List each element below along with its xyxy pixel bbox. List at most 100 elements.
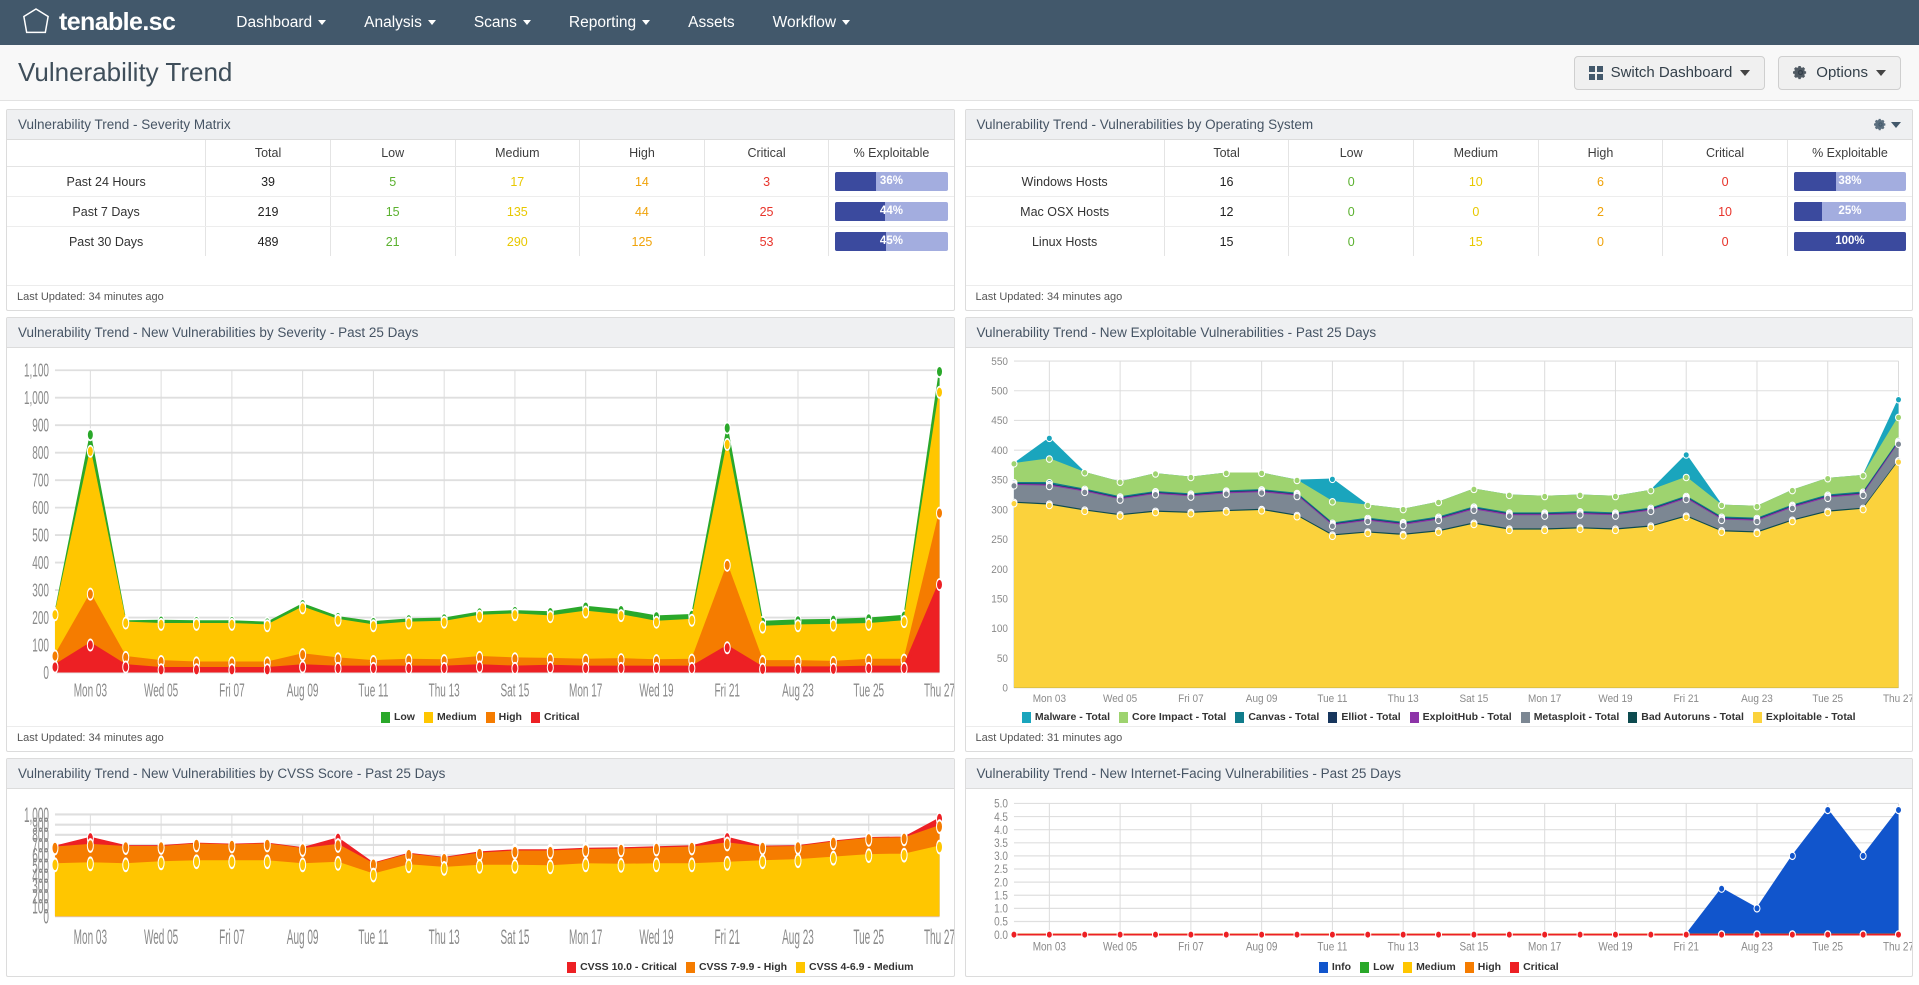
data-point xyxy=(1894,413,1902,422)
legend-item[interactable]: Core Impact - Total xyxy=(1119,711,1226,723)
os-matrix-cell-total: 12 xyxy=(1164,196,1290,227)
data-point xyxy=(1788,517,1796,526)
series-line-low xyxy=(54,371,941,625)
legend-item[interactable]: ExploitHub - Total xyxy=(1409,711,1512,723)
chevron-down-icon xyxy=(842,20,851,25)
nav-item-assets[interactable]: Assets xyxy=(669,0,754,45)
chart-internet[interactable]: 0.0 0.5 1.0 1.5 2.0 2.5 3.0 3.5 4.0 4.5 5.0 Mon 03 W… xyxy=(966,789,1912,959)
chart-cvss[interactable]: 0 100 200 300 400 500 600 700 800 900 1,000 Mon 03 W… xyxy=(7,789,954,959)
data-point xyxy=(688,661,696,675)
legend-item[interactable]: CVSS 4-6.9 - Medium xyxy=(796,961,914,973)
os-matrix-cell-low: 0 xyxy=(1288,196,1414,227)
legend-item[interactable]: Medium xyxy=(1403,961,1456,973)
legend-item[interactable]: Metasploit - Total xyxy=(1520,711,1619,723)
legend-item[interactable]: Low xyxy=(1360,961,1394,973)
legend-label: Malware - Total xyxy=(1034,711,1110,724)
data-point xyxy=(1823,474,1831,483)
data-point xyxy=(652,661,660,675)
data-point xyxy=(1363,517,1371,526)
data-point xyxy=(1434,498,1442,507)
nav-item-analysis[interactable]: Analysis xyxy=(345,0,455,45)
legend-item[interactable]: Bad Autoruns - Total xyxy=(1628,711,1744,723)
legend-item[interactable]: Critical xyxy=(530,711,580,723)
legend-item[interactable]: CVSS 7-9.9 - High xyxy=(685,961,787,973)
severity-matrix-row-label: Past 7 Days xyxy=(7,196,207,227)
data-point xyxy=(1116,930,1124,940)
data-point xyxy=(51,660,59,674)
legend-item[interactable]: Critical xyxy=(1510,961,1559,973)
data-point xyxy=(1363,529,1371,537)
x-axis-tick-label: Thu 27 xyxy=(924,925,954,949)
legend-item[interactable]: Malware - Total xyxy=(1021,711,1110,724)
nav-item-scans[interactable]: Scans xyxy=(455,0,550,45)
data-point xyxy=(86,838,94,854)
x-axis-tick-label: Wed 05 xyxy=(144,925,178,949)
data-point xyxy=(1293,476,1301,485)
switch-dashboard-button[interactable]: Switch Dashboard xyxy=(1573,55,1766,90)
table-row[interactable]: Past 30 Days 489 21 290 125 53 45% xyxy=(7,226,954,256)
legend-item[interactable]: High xyxy=(1464,961,1501,973)
progress-bar-label: 25% xyxy=(1838,205,1862,217)
data-point xyxy=(86,444,94,458)
data-point xyxy=(759,840,767,856)
data-point xyxy=(1399,521,1407,530)
chart-severity[interactable]: 0 100 200 300 400 500 600 700 800 900 1,000 1,100 Mo… xyxy=(7,348,954,710)
table-row[interactable]: Past 24 Hours 39 5 17 14 3 36% xyxy=(7,166,954,197)
data-point xyxy=(1717,528,1725,536)
data-point xyxy=(1328,532,1336,540)
data-point xyxy=(334,661,342,675)
data-point xyxy=(1717,516,1725,524)
data-point xyxy=(1045,930,1053,940)
legend-item[interactable]: Exploitable - Total xyxy=(1752,711,1856,723)
data-point xyxy=(1328,930,1336,940)
os-matrix-cell-total: 15 xyxy=(1164,226,1290,256)
data-point xyxy=(1859,471,1867,480)
data-point xyxy=(865,661,873,675)
panel-settings-menu[interactable] xyxy=(1874,118,1901,131)
panel-severity-chart: Vulnerability Trend - New Vulnerabilitie… xyxy=(6,316,955,753)
table-row[interactable]: Windows Hosts 16 0 10 6 0 38% xyxy=(965,166,1912,197)
legend-item[interactable]: Medium xyxy=(423,711,477,723)
data-point xyxy=(263,854,271,870)
data-point xyxy=(86,428,94,442)
svg-text:5.0: 5.0 xyxy=(994,798,1008,811)
x-axis-tick-label: Tue 11 xyxy=(1317,693,1347,704)
os-matrix-exploitable-cell: 25% xyxy=(1787,196,1912,227)
brand-logo[interactable]: tenable.sc xyxy=(22,7,176,38)
svg-text:1,000: 1,000 xyxy=(24,389,49,409)
svg-text:500: 500 xyxy=(32,526,49,546)
legend-item[interactable]: High xyxy=(485,711,522,723)
data-point xyxy=(617,842,625,858)
table-row[interactable]: Linux Hosts 15 0 15 0 0 100% xyxy=(965,226,1913,256)
nav-item-workflow[interactable]: Workflow xyxy=(754,0,869,45)
svg-text:700: 700 xyxy=(32,471,49,491)
data-point xyxy=(1399,531,1407,540)
nav-item-reporting[interactable]: Reporting xyxy=(550,0,669,45)
data-point xyxy=(546,859,554,875)
table-row[interactable]: Mac OSX Hosts 12 0 0 2 10 25% xyxy=(965,196,1912,227)
legend-swatch xyxy=(485,711,495,723)
os-matrix-row-label: Windows Hosts xyxy=(965,166,1165,197)
data-point xyxy=(1399,505,1407,514)
severity-matrix-cell-high: 14 xyxy=(579,166,705,197)
data-point xyxy=(1752,904,1760,913)
data-point xyxy=(688,613,696,627)
data-point xyxy=(546,609,554,623)
data-point xyxy=(228,662,236,676)
data-point xyxy=(1009,459,1017,468)
legend-item[interactable]: Canvas - Total xyxy=(1235,711,1319,723)
x-axis-tick-label: Fri 07 xyxy=(219,681,245,701)
progress-bar: 100% xyxy=(1793,232,1906,251)
os-matrix-col-header xyxy=(965,140,1165,167)
legend-item[interactable]: Info xyxy=(1318,961,1351,973)
nav-label: Scans xyxy=(473,13,517,31)
legend-item[interactable]: Elliot - Total xyxy=(1328,711,1401,723)
table-row[interactable]: Past 7 Days 219 15 135 44 25 44% xyxy=(7,196,954,227)
options-button[interactable]: Options xyxy=(1778,55,1901,90)
legend-item[interactable]: Low xyxy=(380,711,415,723)
nav-item-dashboard[interactable]: Dashboard xyxy=(217,0,345,45)
legend-item[interactable]: CVSS 10.0 - Critical xyxy=(567,961,677,973)
chart-exploitable[interactable]: 0 50 100 150 200 250 300 350 400 450 500 550 Mon 03 W… xyxy=(966,348,1912,710)
data-point xyxy=(122,660,130,674)
data-point xyxy=(299,857,307,873)
